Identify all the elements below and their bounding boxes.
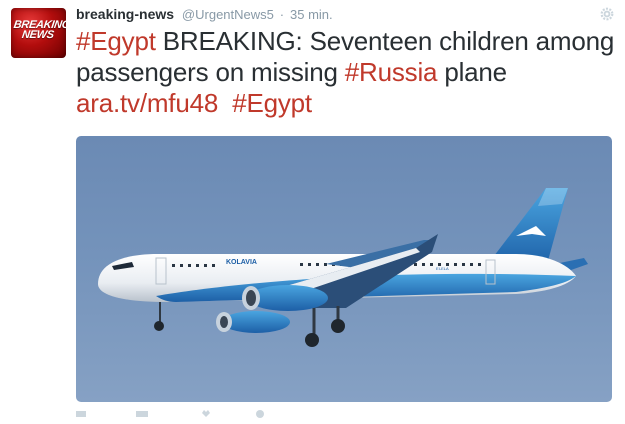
- more-icon: [256, 410, 264, 418]
- avatar[interactable]: BREAKING NEWS: [11, 8, 66, 58]
- hashtag-egypt-2[interactable]: #Egypt: [232, 88, 312, 118]
- airline-livery-text: KOLAVIA: [226, 259, 257, 266]
- hashtag-egypt[interactable]: #Egypt: [76, 26, 156, 56]
- action-icons-row: [76, 410, 264, 418]
- timestamp[interactable]: 35 min.: [290, 7, 333, 22]
- tweet-spacer: [218, 88, 232, 118]
- reply-icon: [76, 411, 86, 417]
- hashtag-russia[interactable]: #Russia: [345, 57, 438, 87]
- like-icon: [202, 410, 210, 417]
- screen-name[interactable]: @UrgentNews5: [182, 7, 274, 22]
- tweet-body-text-2: plane: [437, 57, 507, 87]
- tweet-header: breaking-news @UrgentNews5 · 35 min.: [76, 5, 585, 23]
- separator-dot: ·: [279, 7, 285, 22]
- airplane-photo: KOLAVIA EI-ELA: [98, 188, 588, 347]
- registration-text: EI-ELA: [436, 266, 449, 271]
- tweet-text: #Egypt BREAKING: Seventeen children amon…: [76, 26, 616, 119]
- retweet-icon: [136, 411, 148, 417]
- avatar-logo-text: BREAKING NEWS: [12, 19, 66, 41]
- gear-icon[interactable]: [600, 7, 614, 21]
- display-name[interactable]: breaking-news: [76, 6, 174, 22]
- tweet-link[interactable]: ara.tv/mfu48: [76, 88, 218, 118]
- tweet-media-photo[interactable]: KOLAVIA EI-ELA: [76, 136, 612, 402]
- tweet-actions: [76, 406, 376, 418]
